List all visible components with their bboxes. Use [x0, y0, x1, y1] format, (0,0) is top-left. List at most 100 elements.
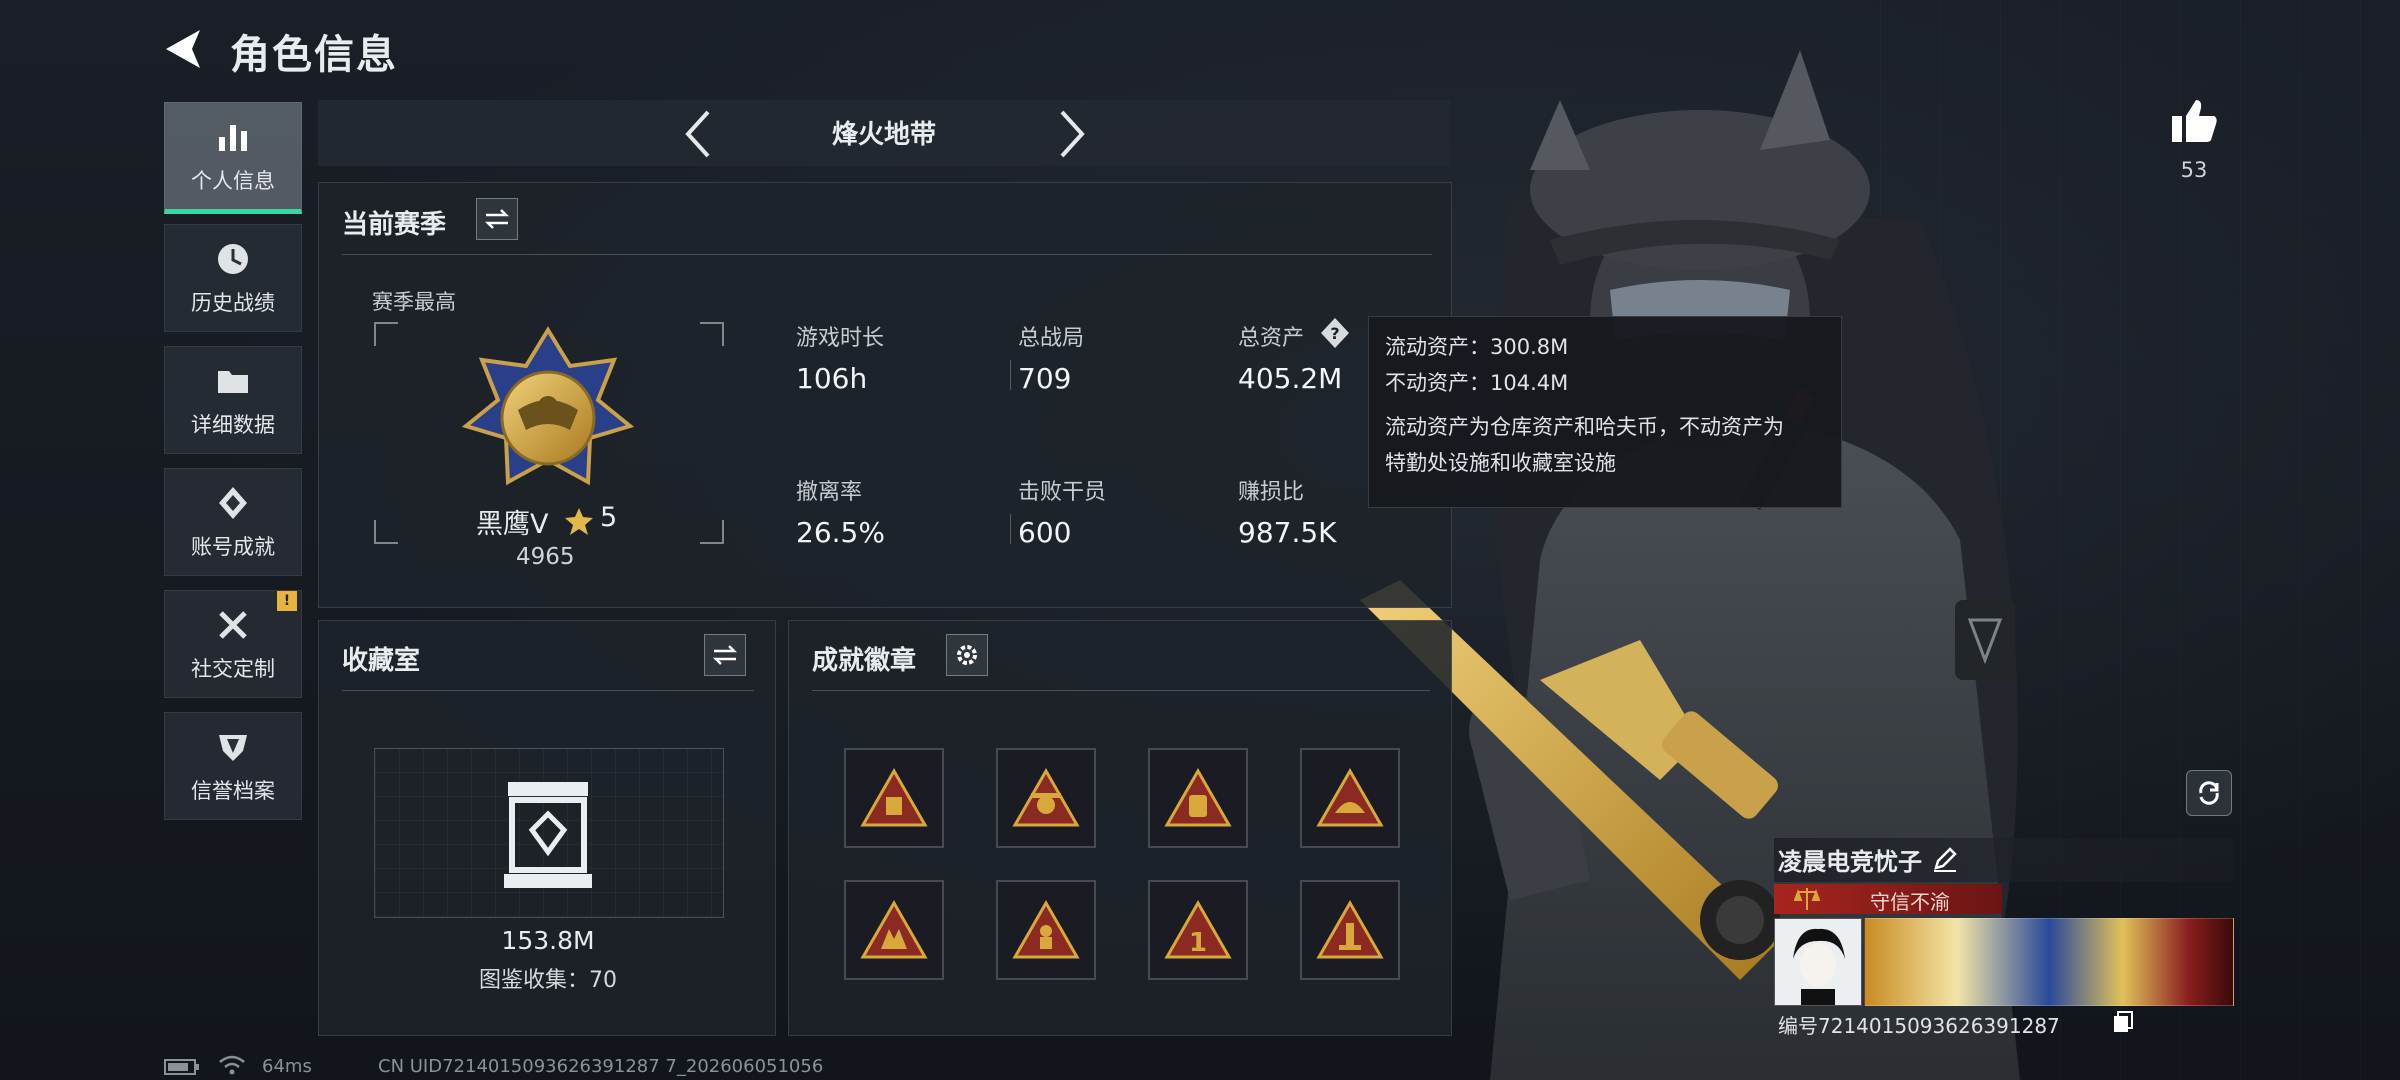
refresh-icon [2199, 781, 2219, 805]
stat-value: 106h [796, 362, 868, 395]
collection-title: 收藏室 [342, 646, 421, 676]
nav-detail-data[interactable]: 详细数据 [164, 346, 302, 454]
collection-switch-button[interactable] [704, 634, 746, 676]
battery-icon [164, 1059, 199, 1075]
back-button[interactable] [160, 24, 210, 74]
stat-label: 撤离率 [796, 480, 863, 505]
tooltip-desc-1: 流动资产为仓库资产和哈夫币，不动资产为 [1385, 415, 1784, 439]
rank-name: 黑鹰Ⅴ [476, 509, 549, 540]
wifi-icon [219, 1055, 245, 1075]
next-mode-chevron-icon[interactable] [1052, 106, 1092, 162]
bar-chart-icon [219, 125, 247, 151]
tooltip-liquid: 流动资产：300.8M [1385, 335, 1569, 359]
divider [342, 254, 1432, 255]
shield-icon [219, 735, 247, 761]
tooltip-fixed: 不动资产：104.4M [1385, 371, 1569, 395]
achievement-badge-7[interactable]: 1 [1148, 880, 1248, 980]
achievement-badge-5[interactable] [844, 880, 944, 980]
achievements-title: 成就徽章 [812, 646, 917, 676]
tooltip-desc-2: 特勤处设施和收藏室设施 [1385, 451, 1616, 475]
frame-corner [700, 520, 724, 544]
achievement-badge-4[interactable] [1300, 748, 1400, 848]
tools-icon [219, 611, 247, 639]
achievement-badge-6[interactable] [996, 880, 1096, 980]
collection-value: 153.8M [501, 926, 595, 955]
clock-icon [218, 244, 248, 274]
stat-separator [1010, 514, 1011, 544]
player-avatar[interactable] [1774, 918, 1862, 1006]
swap-icon [484, 209, 510, 229]
badge-icon [1012, 899, 1080, 959]
player-id: 编号7214015093626391287 [1778, 1014, 2060, 1038]
nav-achievements[interactable]: 账号成就 [164, 468, 302, 576]
achievements-settings-button[interactable] [946, 634, 988, 676]
star-icon [565, 508, 593, 535]
stat-label: 击败干员 [1018, 480, 1107, 505]
rank-emblem-icon [461, 326, 635, 486]
diamond-icon [219, 487, 247, 519]
season-best-label: 赛季最高 [372, 290, 456, 314]
season-switch-button[interactable] [476, 198, 518, 240]
collection-count: 图鉴收集：70 [479, 968, 617, 993]
stat-value: 600 [1018, 516, 1072, 549]
nav-label: 个人信息 [191, 169, 275, 193]
divider [342, 690, 754, 691]
help-icon[interactable]: ? [1318, 316, 1352, 350]
uid-text: CN UID7214015093626391287 7_202606051056 [378, 1056, 824, 1077]
like-count: 53 [2180, 158, 2208, 182]
badge-icon: 1 [1164, 899, 1232, 959]
achievement-badge-1[interactable] [844, 748, 944, 848]
stat-value: 405.2M [1238, 362, 1343, 395]
thumbs-up-icon[interactable] [2168, 96, 2220, 146]
copy-icon[interactable] [2112, 1010, 2134, 1034]
stat-separator [1010, 360, 1011, 390]
svg-text:1: 1 [1189, 928, 1207, 958]
nav-label: 账号成就 [191, 535, 275, 559]
achievement-badge-3[interactable] [1148, 748, 1248, 848]
stat-label: 赚损比 [1238, 480, 1305, 505]
ping-text: 64ms [262, 1056, 312, 1077]
nav-label: 信誉档案 [191, 779, 275, 803]
badge-icon [1316, 767, 1384, 827]
nav-label: 社交定制 [191, 657, 275, 681]
assets-tooltip: 流动资产：300.8M 不动资产：104.4M 流动资产为仓库资产和哈夫币，不动… [1368, 316, 1842, 508]
nav-label: 详细数据 [191, 413, 275, 437]
display-case-icon [504, 782, 592, 888]
prev-mode-chevron-icon[interactable] [678, 106, 718, 162]
stat-label: 游戏时长 [796, 326, 885, 351]
avatar-portrait-icon [1775, 919, 1861, 1005]
edit-icon[interactable] [1932, 846, 1958, 872]
frame-corner [700, 322, 724, 346]
stat-value: 987.5K [1238, 516, 1337, 549]
notification-badge: ! [277, 591, 297, 611]
frame-corner [374, 520, 398, 544]
nav-personal-info[interactable]: 个人信息 [164, 102, 302, 214]
badge-icon [860, 767, 928, 827]
frame-corner [374, 322, 398, 346]
stat-value: 709 [1018, 362, 1072, 395]
player-banner-card[interactable] [1864, 918, 2234, 1006]
nav-history[interactable]: 历史战绩 [164, 224, 302, 332]
rank-points: 4965 [516, 544, 575, 570]
badge-icon [1316, 899, 1384, 959]
stat-value: 26.5% [796, 516, 885, 549]
divider [812, 690, 1430, 691]
player-name: 凌晨电竞忧子 [1778, 848, 1922, 876]
stat-label: 总战局 [1018, 326, 1085, 351]
mode-label: 烽火地带 [831, 120, 936, 150]
scales-icon [1794, 888, 1820, 910]
svg-text:?: ? [1330, 324, 1339, 343]
swap-icon [712, 645, 738, 665]
rank-stars: 5 [600, 502, 618, 533]
achievement-badge-8[interactable] [1300, 880, 1400, 980]
achievement-badge-2[interactable] [996, 748, 1096, 848]
stat-label: 总资产 [1238, 326, 1305, 351]
nav-social-custom[interactable]: 社交定制 ! [164, 590, 302, 698]
player-motto: 守信不渝 [1870, 890, 1950, 914]
folder-icon [218, 371, 248, 393]
nav-label: 历史战绩 [191, 291, 275, 315]
page-title: 角色信息 [230, 32, 398, 78]
nav-reputation[interactable]: 信誉档案 [164, 712, 302, 820]
badge-icon [1164, 767, 1232, 827]
rotate-button[interactable] [2186, 770, 2232, 816]
